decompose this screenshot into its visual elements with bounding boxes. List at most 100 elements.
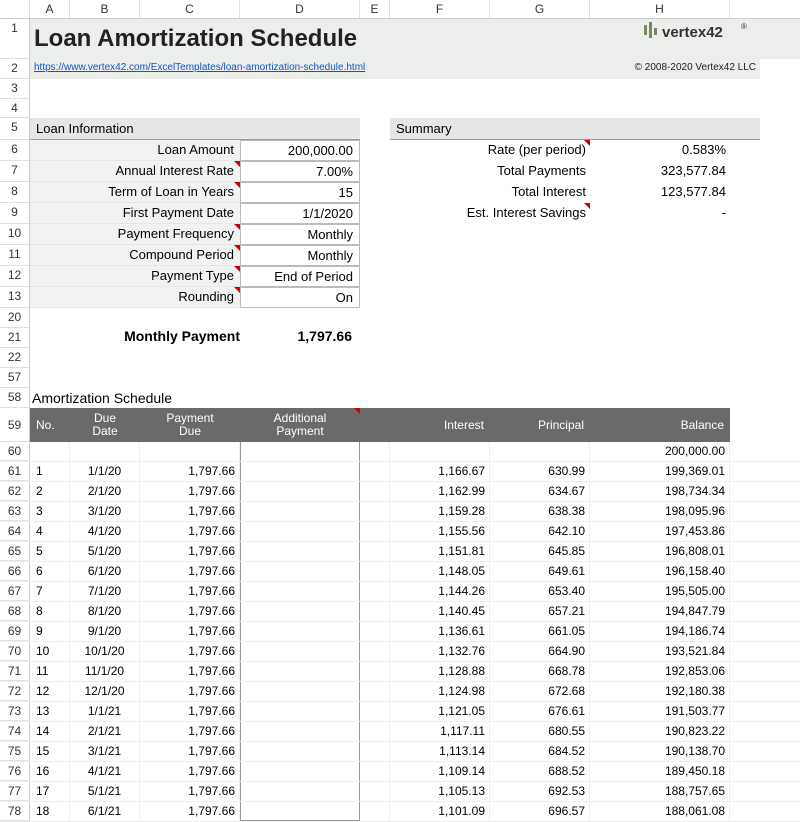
sched-principal[interactable]: 680.55 <box>490 722 590 741</box>
col-header-c[interactable]: C <box>140 0 240 18</box>
sched-principal[interactable]: 672.68 <box>490 682 590 701</box>
sched-no[interactable]: 11 <box>30 662 70 681</box>
sched-balance[interactable]: 188,757.65 <box>590 782 730 801</box>
sched-balance[interactable]: 192,180.38 <box>590 682 730 701</box>
sched-payment[interactable]: 1,797.66 <box>140 682 240 701</box>
sched-no[interactable]: 17 <box>30 782 70 801</box>
additional-payment-input[interactable] <box>240 722 360 741</box>
sched-interest[interactable]: 1,140.45 <box>390 602 490 621</box>
sched-balance[interactable]: 193,521.84 <box>590 642 730 661</box>
comment-indicator-icon[interactable] <box>354 408 360 414</box>
sched-payment[interactable]: 1,797.66 <box>140 602 240 621</box>
sched-interest[interactable]: 1,151.81 <box>390 542 490 561</box>
sched-payment[interactable]: 1,797.66 <box>140 562 240 581</box>
row-header-2[interactable]: 2 <box>0 59 30 79</box>
sched-date[interactable]: 5/1/20 <box>70 542 140 561</box>
sched-principal[interactable]: 664.90 <box>490 642 590 661</box>
sched-principal[interactable]: 638.38 <box>490 502 590 521</box>
sched-no[interactable]: 7 <box>30 582 70 601</box>
row-header-58[interactable]: 58 <box>0 388 30 408</box>
sched-date[interactable]: 11/1/20 <box>70 662 140 681</box>
col-header-e[interactable]: E <box>360 0 390 18</box>
additional-payment-input[interactable] <box>240 802 360 821</box>
sched-balance[interactable]: 190,138.70 <box>590 742 730 761</box>
sched-balance[interactable]: 198,095.96 <box>590 502 730 521</box>
sched-payment[interactable]: 1,797.66 <box>140 762 240 781</box>
loan-value-input[interactable]: End of Period <box>240 266 360 287</box>
sched-no[interactable]: 12 <box>30 682 70 701</box>
row-header-68[interactable]: 68 <box>0 602 30 621</box>
sched-balance[interactable]: 199,369.01 <box>590 462 730 481</box>
sched-principal[interactable]: 676.61 <box>490 702 590 721</box>
sched-balance[interactable]: 195,505.00 <box>590 582 730 601</box>
col-header-f[interactable]: F <box>390 0 490 18</box>
sched-balance[interactable]: 192,853.06 <box>590 662 730 681</box>
loan-value-input[interactable]: Monthly <box>240 224 360 245</box>
col-header-b[interactable]: B <box>70 0 140 18</box>
additional-payment-input[interactable] <box>240 742 360 761</box>
sched-date[interactable]: 2/1/20 <box>70 482 140 501</box>
sched-payment[interactable]: 1,797.66 <box>140 582 240 601</box>
row-header-64[interactable]: 64 <box>0 522 30 541</box>
sched-no[interactable]: 6 <box>30 562 70 581</box>
sched-no[interactable]: 13 <box>30 702 70 721</box>
row-header-74[interactable]: 74 <box>0 722 30 741</box>
row-header-59[interactable]: 59 <box>0 408 30 442</box>
comment-indicator-icon[interactable] <box>234 224 240 230</box>
row-header-13[interactable]: 13 <box>0 287 30 308</box>
additional-payment-input[interactable] <box>240 582 360 601</box>
sched-interest[interactable]: 1,121.05 <box>390 702 490 721</box>
sched-date[interactable]: 3/1/20 <box>70 502 140 521</box>
sched-payment[interactable]: 1,797.66 <box>140 482 240 501</box>
sched-payment[interactable]: 1,797.66 <box>140 542 240 561</box>
row-header-65[interactable]: 65 <box>0 542 30 561</box>
sched-principal[interactable]: 642.10 <box>490 522 590 541</box>
select-all-corner[interactable] <box>0 0 30 18</box>
comment-indicator-icon[interactable] <box>234 266 240 272</box>
sched-balance[interactable]: 196,158.40 <box>590 562 730 581</box>
sched-interest[interactable]: 1,132.76 <box>390 642 490 661</box>
row-header-69[interactable]: 69 <box>0 622 30 641</box>
sched-payment[interactable]: 1,797.66 <box>140 502 240 521</box>
row-header-66[interactable]: 66 <box>0 562 30 581</box>
sched-interest[interactable]: 1,124.98 <box>390 682 490 701</box>
row-header-8[interactable]: 8 <box>0 182 30 203</box>
sched-date[interactable]: 3/1/21 <box>70 742 140 761</box>
sched-interest[interactable]: 1,105.13 <box>390 782 490 801</box>
sched-principal[interactable]: 661.05 <box>490 622 590 641</box>
row-header-21[interactable]: 21 <box>0 328 30 348</box>
comment-indicator-icon[interactable] <box>234 182 240 188</box>
loan-value-input[interactable]: Monthly <box>240 245 360 266</box>
row-header-22[interactable]: 22 <box>0 348 30 368</box>
row-header-10[interactable]: 10 <box>0 224 30 245</box>
sched-interest[interactable]: 1,128.88 <box>390 662 490 681</box>
sched-payment[interactable]: 1,797.66 <box>140 782 240 801</box>
sched-date[interactable]: 4/1/21 <box>70 762 140 781</box>
sched-date[interactable]: 1/1/20 <box>70 462 140 481</box>
row-header-57[interactable]: 57 <box>0 368 30 388</box>
sched-date[interactable]: 2/1/21 <box>70 722 140 741</box>
additional-payment-input[interactable] <box>240 682 360 701</box>
row-header-12[interactable]: 12 <box>0 266 30 287</box>
sched-no[interactable]: 1 <box>30 462 70 481</box>
sched-no[interactable]: 3 <box>30 502 70 521</box>
sched-no[interactable]: 8 <box>30 602 70 621</box>
sched-date[interactable]: 4/1/20 <box>70 522 140 541</box>
row-header-7[interactable]: 7 <box>0 161 30 182</box>
row-header-61[interactable]: 61 <box>0 462 30 481</box>
sched-no[interactable]: 9 <box>30 622 70 641</box>
additional-payment-input[interactable] <box>240 462 360 481</box>
additional-payment-input[interactable] <box>240 442 360 461</box>
sched-date[interactable]: 7/1/20 <box>70 582 140 601</box>
row-header-5[interactable]: 5 <box>0 118 30 140</box>
row-header-62[interactable]: 62 <box>0 482 30 501</box>
additional-payment-input[interactable] <box>240 642 360 661</box>
sched-no[interactable]: 2 <box>30 482 70 501</box>
sched-date[interactable]: 5/1/21 <box>70 782 140 801</box>
sched-date[interactable]: 10/1/20 <box>70 642 140 661</box>
sched-no[interactable]: 10 <box>30 642 70 661</box>
sched-no[interactable]: 14 <box>30 722 70 741</box>
sched-interest[interactable]: 1,117.11 <box>390 722 490 741</box>
row-header-71[interactable]: 71 <box>0 662 30 681</box>
sched-balance[interactable]: 196,808.01 <box>590 542 730 561</box>
